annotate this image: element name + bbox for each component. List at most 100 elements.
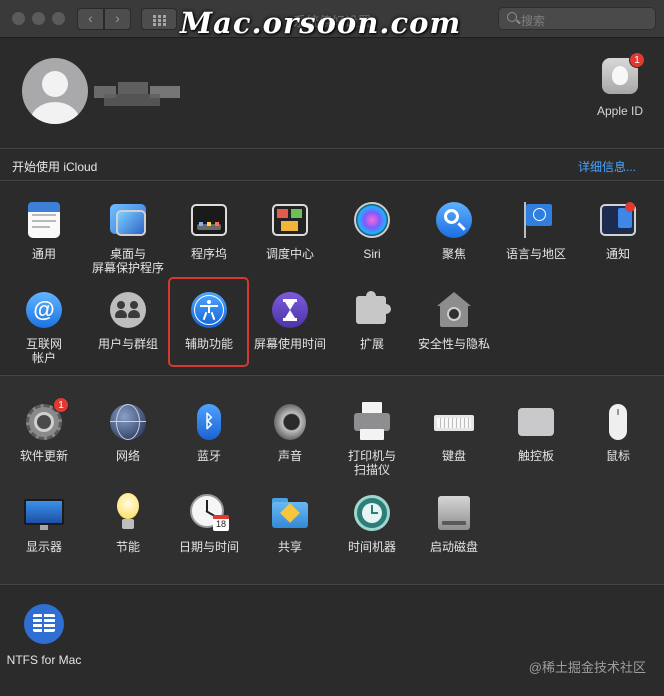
pane-label: 软件更新: [19, 449, 68, 463]
language-region-icon: [516, 200, 556, 240]
pane-label: 语言与地区: [505, 247, 566, 261]
pane-printers-scanners[interactable]: 打印机与 扫描仪: [330, 402, 414, 477]
screen-time-icon: [270, 290, 310, 330]
pane-trackpad[interactable]: 触控板: [494, 402, 578, 463]
pane-label: 桌面与: [109, 247, 146, 261]
pane-label: 安全性与隐私: [417, 337, 490, 351]
pane-mission-control[interactable]: 调度中心: [248, 200, 332, 261]
energy-saver-icon: [108, 493, 148, 533]
date-time-icon: 18: [189, 493, 229, 533]
pane-spotlight[interactable]: 聚焦: [412, 200, 496, 261]
pane-label: 触控板: [517, 449, 554, 463]
pane-displays[interactable]: 显示器: [2, 493, 86, 554]
pane-mouse[interactable]: 鼠标: [576, 402, 660, 463]
pane-label: 屏幕使用时间: [253, 337, 326, 351]
pane-label: 启动磁盘: [429, 540, 478, 554]
general-icon: [24, 200, 64, 240]
pane-time-machine[interactable]: 时间机器: [330, 493, 414, 554]
search-placeholder: 搜索: [521, 14, 546, 28]
search-field[interactable]: 搜索: [498, 7, 656, 30]
pane-label: 打印机与: [347, 449, 396, 463]
pane-network[interactable]: 网络: [86, 402, 170, 463]
pane-notifications[interactable]: 通知: [576, 200, 660, 261]
time-machine-icon: [352, 493, 392, 533]
title-bar: ‹ › 系统偏好设置 Mac.orsoon.com 搜索: [0, 0, 664, 40]
pane-label: 通知: [605, 247, 630, 261]
details-link[interactable]: 详细信息...: [578, 158, 636, 175]
pane-ntfs-for-mac[interactable]: NTFS for Mac: [2, 604, 86, 667]
accessibility-highlight-box: [168, 277, 249, 367]
pane-desktop-screensaver[interactable]: 桌面与 屏幕保护程序: [86, 200, 170, 275]
pane-bluetooth[interactable]: ᛒ 蓝牙: [167, 402, 251, 463]
pane-label-line2: 帐户: [31, 351, 56, 365]
pane-label: 键盘: [441, 449, 466, 463]
pane-label: 时间机器: [347, 540, 396, 554]
footer-watermark: @稀土掘金技术社区: [528, 660, 646, 675]
calendar-day: 18: [215, 519, 226, 529]
apple-id-pane[interactable]: 1 Apple ID: [592, 52, 648, 118]
pane-label: 节能: [115, 540, 140, 554]
pane-label: 聚焦: [441, 247, 466, 261]
pane-label: 日期与时间: [178, 540, 239, 554]
mission-control-icon: [270, 200, 310, 240]
pane-extensions[interactable]: 扩展: [330, 290, 414, 351]
pane-sound[interactable]: 声音: [248, 402, 332, 463]
mouse-icon: [598, 402, 638, 442]
section-divider: [0, 584, 664, 585]
pane-general[interactable]: 通用: [2, 200, 86, 261]
pane-language-region[interactable]: 语言与地区: [494, 200, 578, 261]
pane-label-line2: 屏幕保护程序: [91, 261, 164, 275]
sharing-icon: [270, 493, 310, 533]
spotlight-icon: [434, 200, 474, 240]
pane-sharing[interactable]: 共享: [248, 493, 332, 554]
user-name-blurred: [94, 80, 184, 106]
apple-id-badge: 1: [629, 52, 645, 68]
pane-startup-disk[interactable]: 启动磁盘: [412, 493, 496, 554]
pane-security-privacy[interactable]: 安全性与隐私: [412, 290, 496, 351]
printers-scanners-icon: [352, 402, 392, 442]
pane-energy-saver[interactable]: 节能: [86, 493, 170, 554]
trackpad-icon: [516, 402, 556, 442]
software-update-badge: 1: [53, 397, 69, 413]
pane-dock[interactable]: 程序坞: [167, 200, 251, 261]
pane-label: 扩展: [359, 337, 384, 351]
pane-users-groups[interactable]: 用户与群组: [86, 290, 170, 351]
pane-label: 显示器: [25, 540, 62, 554]
pane-screen-time[interactable]: 屏幕使用时间: [248, 290, 332, 351]
icloud-bar: 开始使用 iCloud 详细信息...: [0, 148, 664, 181]
icloud-prompt: 开始使用 iCloud: [12, 160, 98, 174]
internet-accounts-icon: @: [24, 290, 64, 330]
pane-label: 通用: [31, 247, 56, 261]
pane-label: 用户与群组: [97, 337, 158, 351]
pane-internet-accounts[interactable]: @ 互联网 帐户: [2, 290, 86, 365]
pane-keyboard[interactable]: 键盘: [412, 402, 496, 463]
pane-label: 蓝牙: [196, 449, 221, 463]
search-icon: [507, 12, 517, 22]
pane-label: 声音: [277, 449, 302, 463]
pane-label: 网络: [115, 449, 140, 463]
pane-label: 调度中心: [265, 247, 314, 261]
pane-siri[interactable]: Siri: [330, 200, 414, 261]
pane-label: 鼠标: [605, 449, 630, 463]
pane-date-time[interactable]: 18 日期与时间: [167, 493, 251, 554]
startup-disk-icon: [434, 493, 474, 533]
apple-logo-icon: 1: [602, 52, 645, 94]
pane-label: Siri: [363, 247, 381, 261]
notifications-icon: [598, 200, 638, 240]
dock-icon: [189, 200, 229, 240]
siri-icon: [352, 200, 392, 240]
users-groups-icon: [108, 290, 148, 330]
ntfs-for-mac-icon: [24, 604, 64, 644]
user-avatar[interactable]: [22, 58, 88, 124]
sound-icon: [270, 402, 310, 442]
apple-id-label: Apple ID: [596, 104, 644, 118]
site-watermark: Mac.orsoon.com: [180, 6, 462, 40]
pane-label: 互联网: [25, 337, 62, 351]
pane-label: 程序坞: [190, 247, 227, 261]
extensions-icon: [352, 290, 392, 330]
pane-label: 共享: [277, 540, 302, 554]
pane-software-update[interactable]: 1 软件更新: [2, 397, 86, 463]
displays-icon: [24, 493, 64, 533]
desktop-screensaver-icon: [108, 200, 148, 240]
network-icon: [108, 402, 148, 442]
